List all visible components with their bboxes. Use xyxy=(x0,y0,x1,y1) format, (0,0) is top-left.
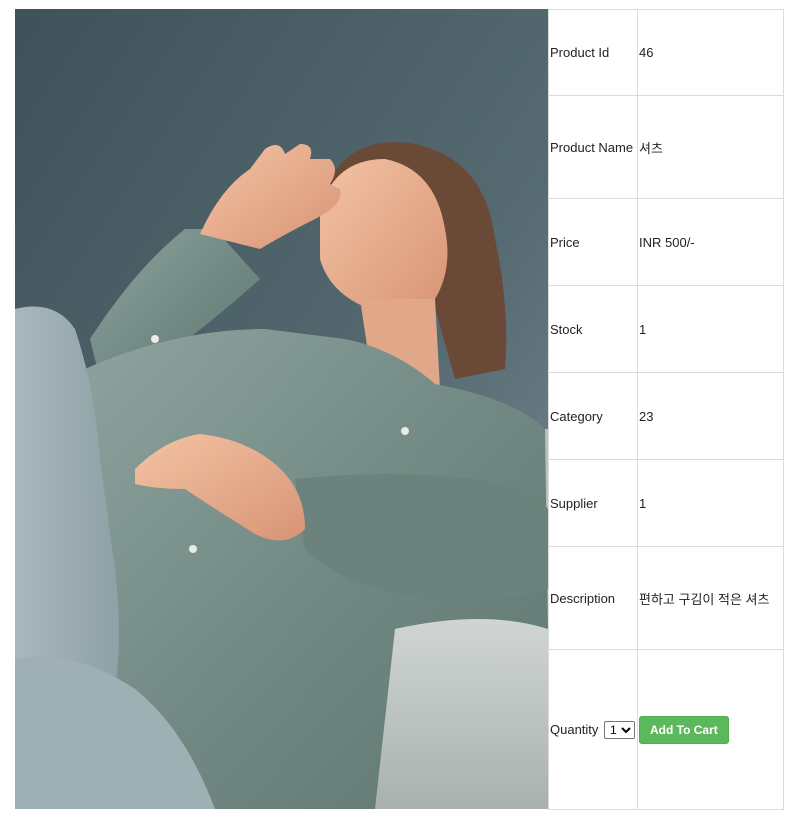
row-quantity: Quantity 1 Add To Cart xyxy=(548,649,784,810)
product-detail: Product Id 46 Product Name 셔츠 Price INR … xyxy=(15,9,784,810)
label-supplier: Supplier xyxy=(548,459,638,547)
value-category: 23 xyxy=(637,372,784,460)
add-to-cart-button[interactable]: Add To Cart xyxy=(639,715,729,744)
label-product-id: Product Id xyxy=(548,9,638,96)
value-product-name: 셔츠 xyxy=(637,95,784,199)
quantity-cell: Quantity 1 xyxy=(548,649,638,810)
row-category: Category 23 xyxy=(548,372,784,460)
label-price: Price xyxy=(548,198,638,286)
value-supplier: 1 xyxy=(637,459,784,547)
label-description: Description xyxy=(548,546,638,650)
product-image xyxy=(15,9,548,809)
value-product-id: 46 xyxy=(637,9,784,96)
row-product-id: Product Id 46 xyxy=(548,9,784,96)
quantity-label: Quantity xyxy=(550,721,599,737)
value-stock: 1 xyxy=(637,285,784,373)
value-description: 편하고 구김이 적은 셔츠 xyxy=(637,546,784,650)
product-info-table: Product Id 46 Product Name 셔츠 Price INR … xyxy=(548,9,784,810)
value-price: INR 500/- xyxy=(637,198,784,286)
label-product-name: Product Name xyxy=(548,95,638,199)
row-supplier: Supplier 1 xyxy=(548,459,784,547)
row-price: Price INR 500/- xyxy=(548,198,784,286)
row-product-name: Product Name 셔츠 xyxy=(548,95,784,199)
add-to-cart-cell: Add To Cart xyxy=(637,649,784,810)
quantity-select[interactable]: 1 xyxy=(604,720,636,739)
label-stock: Stock xyxy=(548,285,638,373)
row-description: Description 편하고 구김이 적은 셔츠 xyxy=(548,546,784,650)
label-category: Category xyxy=(548,372,638,460)
row-stock: Stock 1 xyxy=(548,285,784,373)
